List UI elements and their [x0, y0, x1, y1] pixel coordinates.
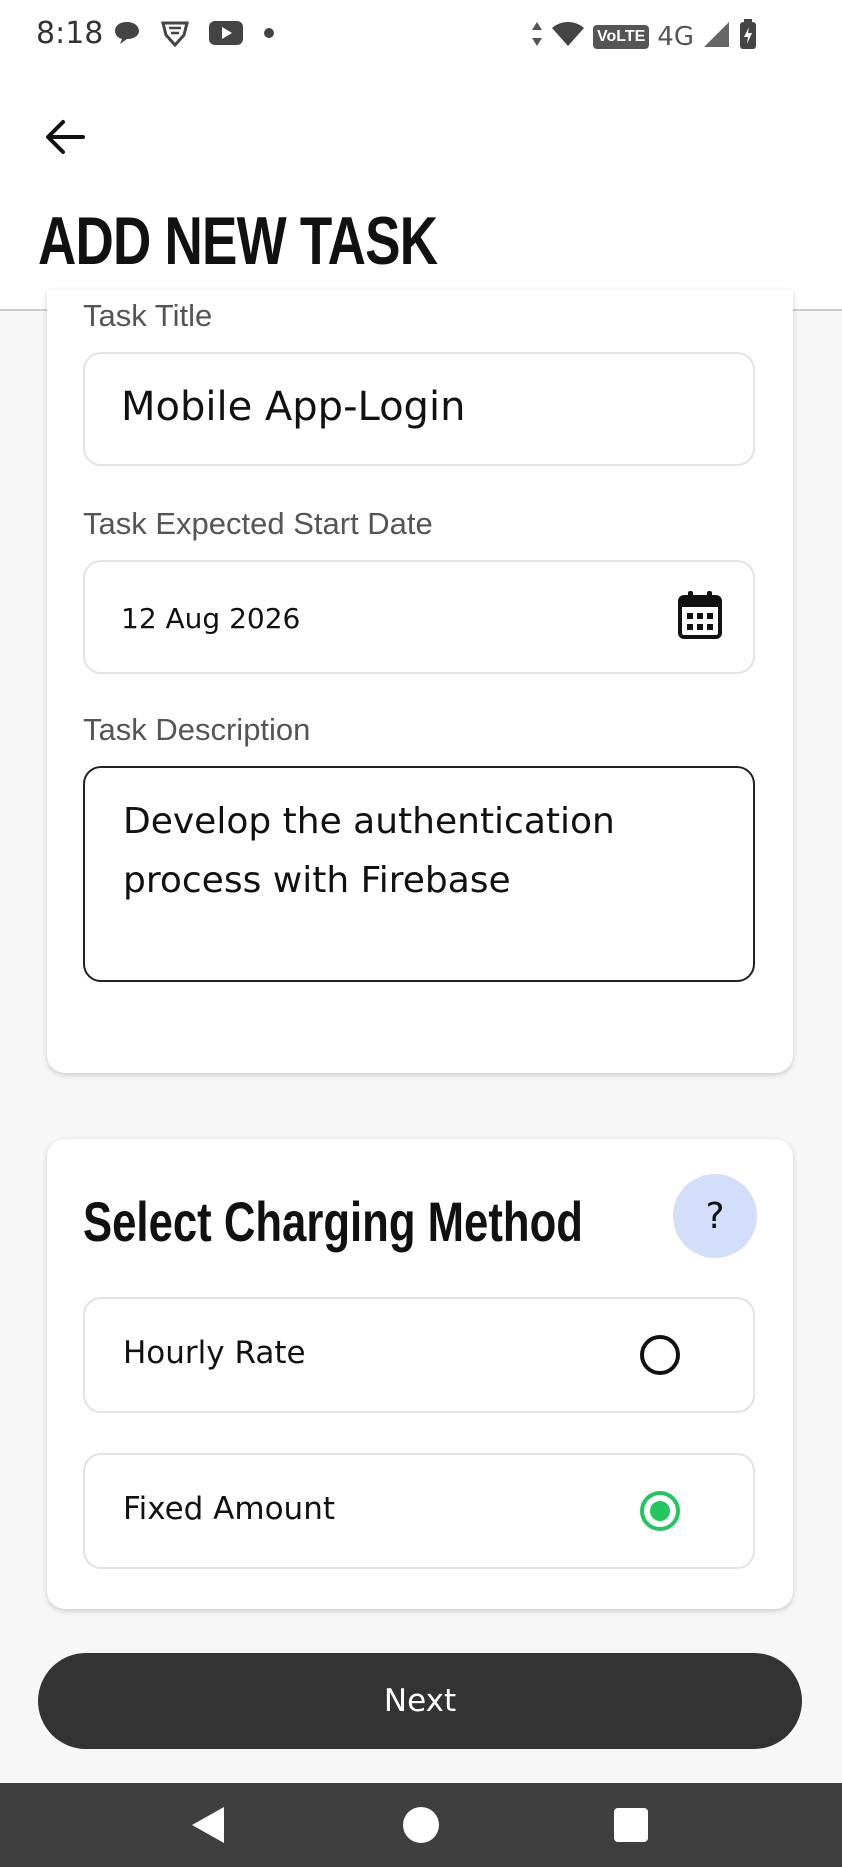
back-triangle-icon [192, 1807, 224, 1843]
status-bar: 8:18 VoLTE 4G [0, 0, 842, 72]
volte-badge: VoLTE [593, 24, 650, 49]
radio-hourly-rate[interactable] [640, 1335, 680, 1375]
nav-back-button[interactable] [186, 1803, 230, 1847]
signal-icon [702, 20, 730, 53]
option-hourly-rate[interactable]: Hourly Rate [83, 1297, 755, 1413]
recents-square-icon [614, 1808, 648, 1842]
option-fixed-amount[interactable]: Fixed Amount [83, 1453, 755, 1569]
dot-icon [262, 26, 276, 45]
app-header: ADD NEW TASK [0, 72, 842, 311]
youtube-icon [208, 19, 244, 52]
shield-icon [160, 18, 190, 53]
arrow-left-icon [46, 120, 85, 154]
start-date-label: Task Expected Start Date [83, 506, 433, 541]
wifi-icon [551, 20, 585, 53]
task-details-card: Task Title Mobile App-Login Task Expecte… [47, 290, 793, 1073]
calendar-icon[interactable] [677, 590, 723, 645]
next-button[interactable]: Next [38, 1653, 802, 1749]
help-button[interactable]: ? [673, 1174, 757, 1258]
nav-recents-button[interactable] [609, 1803, 653, 1847]
system-status-icons: VoLTE 4G [531, 18, 758, 55]
charging-method-card: Select Charging Method ? Hourly Rate Fix… [47, 1139, 793, 1609]
network-type: 4G [657, 21, 694, 52]
description-label: Task Description [83, 712, 311, 747]
start-date-value: 12 Aug 2026 [121, 602, 301, 635]
system-nav-bar [0, 1783, 842, 1867]
start-date-field[interactable]: 12 Aug 2026 [83, 560, 755, 674]
nav-home-button[interactable] [399, 1803, 443, 1847]
status-time: 8:18 [36, 16, 104, 51]
option-label: Fixed Amount [123, 1491, 336, 1527]
data-arrows-icon [531, 21, 543, 52]
description-textarea[interactable]: Develop the authentication process with … [83, 766, 755, 982]
chat-bubble-icon [112, 19, 142, 52]
battery-charging-icon [738, 18, 758, 55]
radio-fixed-amount[interactable] [640, 1491, 680, 1531]
description-value: Develop the authentication process with … [123, 801, 615, 901]
home-circle-icon [403, 1807, 439, 1843]
task-title-label: Task Title [83, 298, 213, 333]
page-title: ADD NEW TASK [38, 203, 438, 279]
charging-section-title: Select Charging Method [83, 1190, 583, 1253]
task-title-value: Mobile App-Login [121, 384, 466, 430]
option-label: Hourly Rate [123, 1335, 306, 1371]
task-title-input[interactable]: Mobile App-Login [83, 352, 755, 466]
notification-icons [112, 18, 276, 53]
back-button[interactable] [40, 112, 90, 162]
